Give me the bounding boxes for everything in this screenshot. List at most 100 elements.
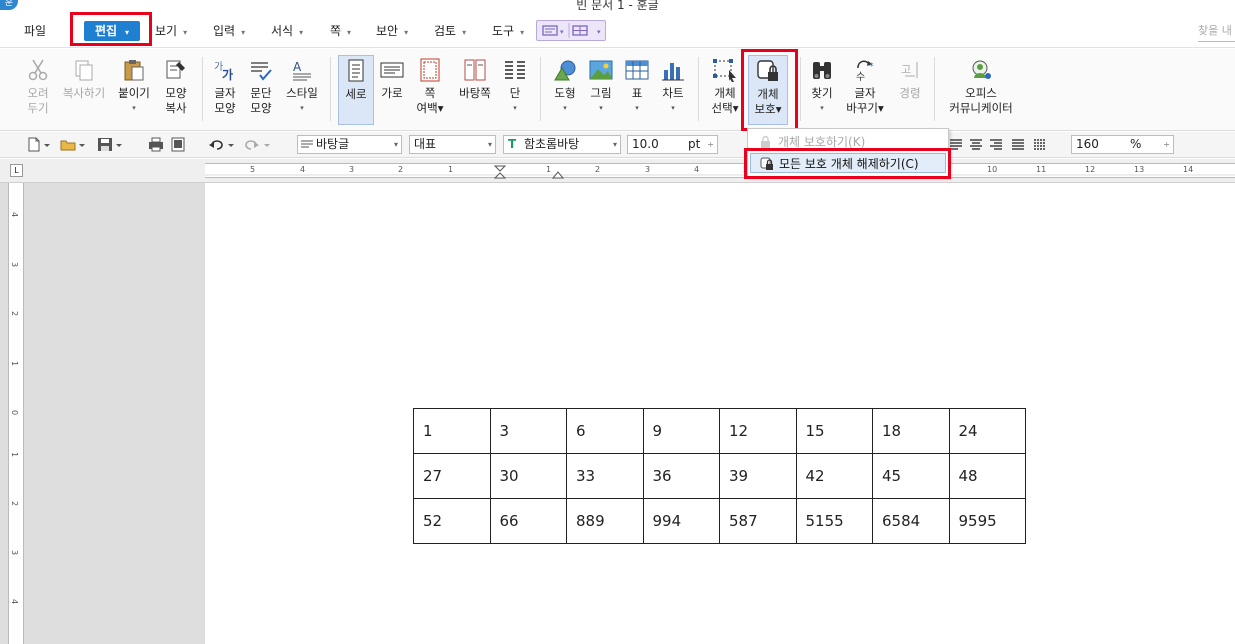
highlight-unprotect-all bbox=[744, 148, 951, 179]
menu-security[interactable]: 보안 ▾ bbox=[376, 22, 408, 39]
save-icon[interactable] bbox=[97, 137, 113, 152]
vruler-number: 3 bbox=[10, 261, 20, 268]
ruler-corner-icon[interactable]: L bbox=[10, 164, 23, 177]
table-cell[interactable]: 889 bbox=[566, 498, 644, 544]
object-select-icon bbox=[713, 59, 736, 82]
new-dropdown-icon[interactable] bbox=[42, 137, 52, 152]
paste-button[interactable]: 붙이기 ▾ bbox=[114, 55, 154, 125]
table-cell[interactable]: 27 bbox=[413, 453, 491, 499]
undo-dropdown-icon[interactable] bbox=[226, 137, 236, 152]
table-cell[interactable]: 994 bbox=[642, 498, 720, 544]
save-dropdown-icon[interactable] bbox=[114, 137, 124, 152]
master-page-button[interactable]: 바탕쪽 bbox=[454, 55, 496, 125]
table-cell[interactable]: 52 bbox=[413, 498, 491, 544]
style-select[interactable]: 바탕글 ▾ bbox=[297, 135, 402, 154]
menu-review[interactable]: 검토 ▾ bbox=[434, 22, 466, 39]
font-select[interactable]: T 함초롬바탕 ▾ bbox=[503, 135, 621, 154]
menu-page[interactable]: 쪽 ▾ bbox=[330, 22, 351, 39]
landscape-button[interactable]: 가로 bbox=[376, 55, 408, 125]
table-cell[interactable]: 12 bbox=[719, 408, 797, 454]
menu-file[interactable]: 파일 bbox=[24, 22, 46, 39]
table-cell[interactable]: 18 bbox=[872, 408, 950, 454]
table-cell[interactable]: 48 bbox=[948, 453, 1026, 499]
redo-dropdown-icon[interactable] bbox=[262, 137, 272, 152]
office-communicator-button[interactable]: 오피스 커뮤니케이터 bbox=[944, 55, 1018, 125]
table-cell[interactable]: 6584 bbox=[872, 498, 950, 544]
object-select-button[interactable]: 개체 선택▾ bbox=[706, 55, 744, 125]
redo-icon[interactable] bbox=[244, 137, 260, 152]
table-cell[interactable]: 36 bbox=[642, 453, 720, 499]
communicator-icon bbox=[972, 60, 991, 79]
print-icon[interactable] bbox=[148, 137, 164, 152]
table-cell[interactable]: 9595 bbox=[948, 498, 1026, 544]
menu-insert[interactable]: 입력 ▾ bbox=[213, 22, 245, 39]
table-cell[interactable]: 3 bbox=[489, 408, 567, 454]
copy-button[interactable]: 복사하기 bbox=[60, 55, 108, 125]
find-button[interactable]: 찾기 ▾ bbox=[806, 55, 838, 125]
table-cell[interactable]: 6 bbox=[566, 408, 644, 454]
ribbon-separator bbox=[698, 57, 699, 121]
align-center-icon[interactable] bbox=[968, 137, 984, 152]
para-shape-button[interactable]: 문단 모양 bbox=[244, 55, 278, 125]
table-cell[interactable]: 24 bbox=[948, 408, 1026, 454]
table-cell[interactable]: 1 bbox=[413, 408, 491, 454]
language-select[interactable]: 대표 ▾ bbox=[409, 135, 496, 154]
quick-style-icon: ▾ ▾ bbox=[542, 23, 601, 38]
portrait-button[interactable]: 세로 bbox=[338, 55, 374, 125]
search-input[interactable]: 찾을 내 bbox=[1198, 22, 1235, 42]
landscape-page-icon bbox=[380, 62, 404, 78]
highlight-edit-menu bbox=[70, 12, 152, 46]
table-cell[interactable]: 30 bbox=[489, 453, 567, 499]
page-margin-button[interactable]: 쪽 여백▾ bbox=[412, 55, 448, 125]
menu-view[interactable]: 보기 ▾ bbox=[155, 22, 187, 39]
quick-style-toggle[interactable]: ▾ ▾ bbox=[536, 20, 606, 41]
table-cell[interactable]: 33 bbox=[566, 453, 644, 499]
shape-button[interactable]: 도형 ▾ bbox=[548, 55, 582, 125]
right-margin-marker-icon[interactable] bbox=[551, 165, 565, 179]
menu-format[interactable]: 서식 ▾ bbox=[271, 22, 303, 39]
new-document-icon[interactable] bbox=[26, 137, 42, 152]
table-icon bbox=[625, 60, 649, 80]
dictionary-button[interactable]: 고 경령 bbox=[892, 55, 928, 125]
format-copy-button[interactable]: 모양 복사 bbox=[158, 55, 194, 125]
table-button[interactable]: 표 ▾ bbox=[622, 55, 652, 125]
table-cell[interactable]: 45 bbox=[872, 453, 950, 499]
cut-button[interactable]: 오려 두기 bbox=[20, 55, 56, 125]
align-right-icon[interactable] bbox=[988, 137, 1004, 152]
ribbon-toolbar: 오려 두기 복사하기 붙이기 ▾ 모양 복사 가가 글자 모양 문단 모양 A 스타일 ▾ … bbox=[0, 49, 1235, 131]
picture-icon bbox=[589, 60, 613, 80]
svg-text:A: A bbox=[293, 60, 302, 74]
preview-icon[interactable] bbox=[170, 137, 186, 152]
align-divide-icon[interactable] bbox=[1032, 137, 1048, 152]
picture-button[interactable]: 그림 ▾ bbox=[586, 55, 616, 125]
svg-text:*: * bbox=[869, 62, 874, 72]
undo-icon[interactable] bbox=[208, 137, 224, 152]
char-shape-button[interactable]: 가가 글자 모양 bbox=[208, 55, 242, 125]
ribbon-separator bbox=[202, 57, 203, 121]
replace-button[interactable]: 수 * 글자 바꾸기▾ bbox=[844, 55, 886, 125]
ruler-number: 4 bbox=[300, 165, 306, 174]
zoom-input[interactable]: 160 % ÷ bbox=[1071, 135, 1174, 154]
table-cell[interactable]: 9 bbox=[642, 408, 720, 454]
vruler-number: 4 bbox=[10, 211, 20, 218]
open-folder-icon[interactable] bbox=[60, 137, 76, 152]
columns-button[interactable]: 단 ▾ bbox=[500, 55, 530, 125]
menu-tools[interactable]: 도구 ▾ bbox=[492, 22, 524, 39]
table-cell[interactable]: 587 bbox=[719, 498, 797, 544]
dictionary-icon: 고 bbox=[901, 62, 918, 78]
ribbon-separator bbox=[540, 57, 541, 121]
table-cell[interactable]: 15 bbox=[795, 408, 873, 454]
table-cell[interactable]: 39 bbox=[719, 453, 797, 499]
chart-button[interactable]: 차트 ▾ bbox=[656, 55, 690, 125]
columns-icon bbox=[505, 61, 525, 79]
font-size-input[interactable]: 10.0 pt ÷ bbox=[627, 135, 718, 154]
style-button[interactable]: A 스타일 ▾ bbox=[282, 55, 322, 125]
open-dropdown-icon[interactable] bbox=[77, 137, 87, 152]
table-cell[interactable]: 5155 bbox=[795, 498, 873, 544]
align-distribute-icon[interactable] bbox=[1010, 137, 1026, 152]
indent-marker-icon[interactable] bbox=[493, 165, 507, 179]
table-cell[interactable]: 66 bbox=[489, 498, 567, 544]
vruler-number: 0 bbox=[10, 409, 20, 416]
table-cell[interactable]: 42 bbox=[795, 453, 873, 499]
document-table[interactable]: 1 3 6 9 12 15 18 24 27 30 33 36 39 42 45… bbox=[413, 408, 1026, 544]
